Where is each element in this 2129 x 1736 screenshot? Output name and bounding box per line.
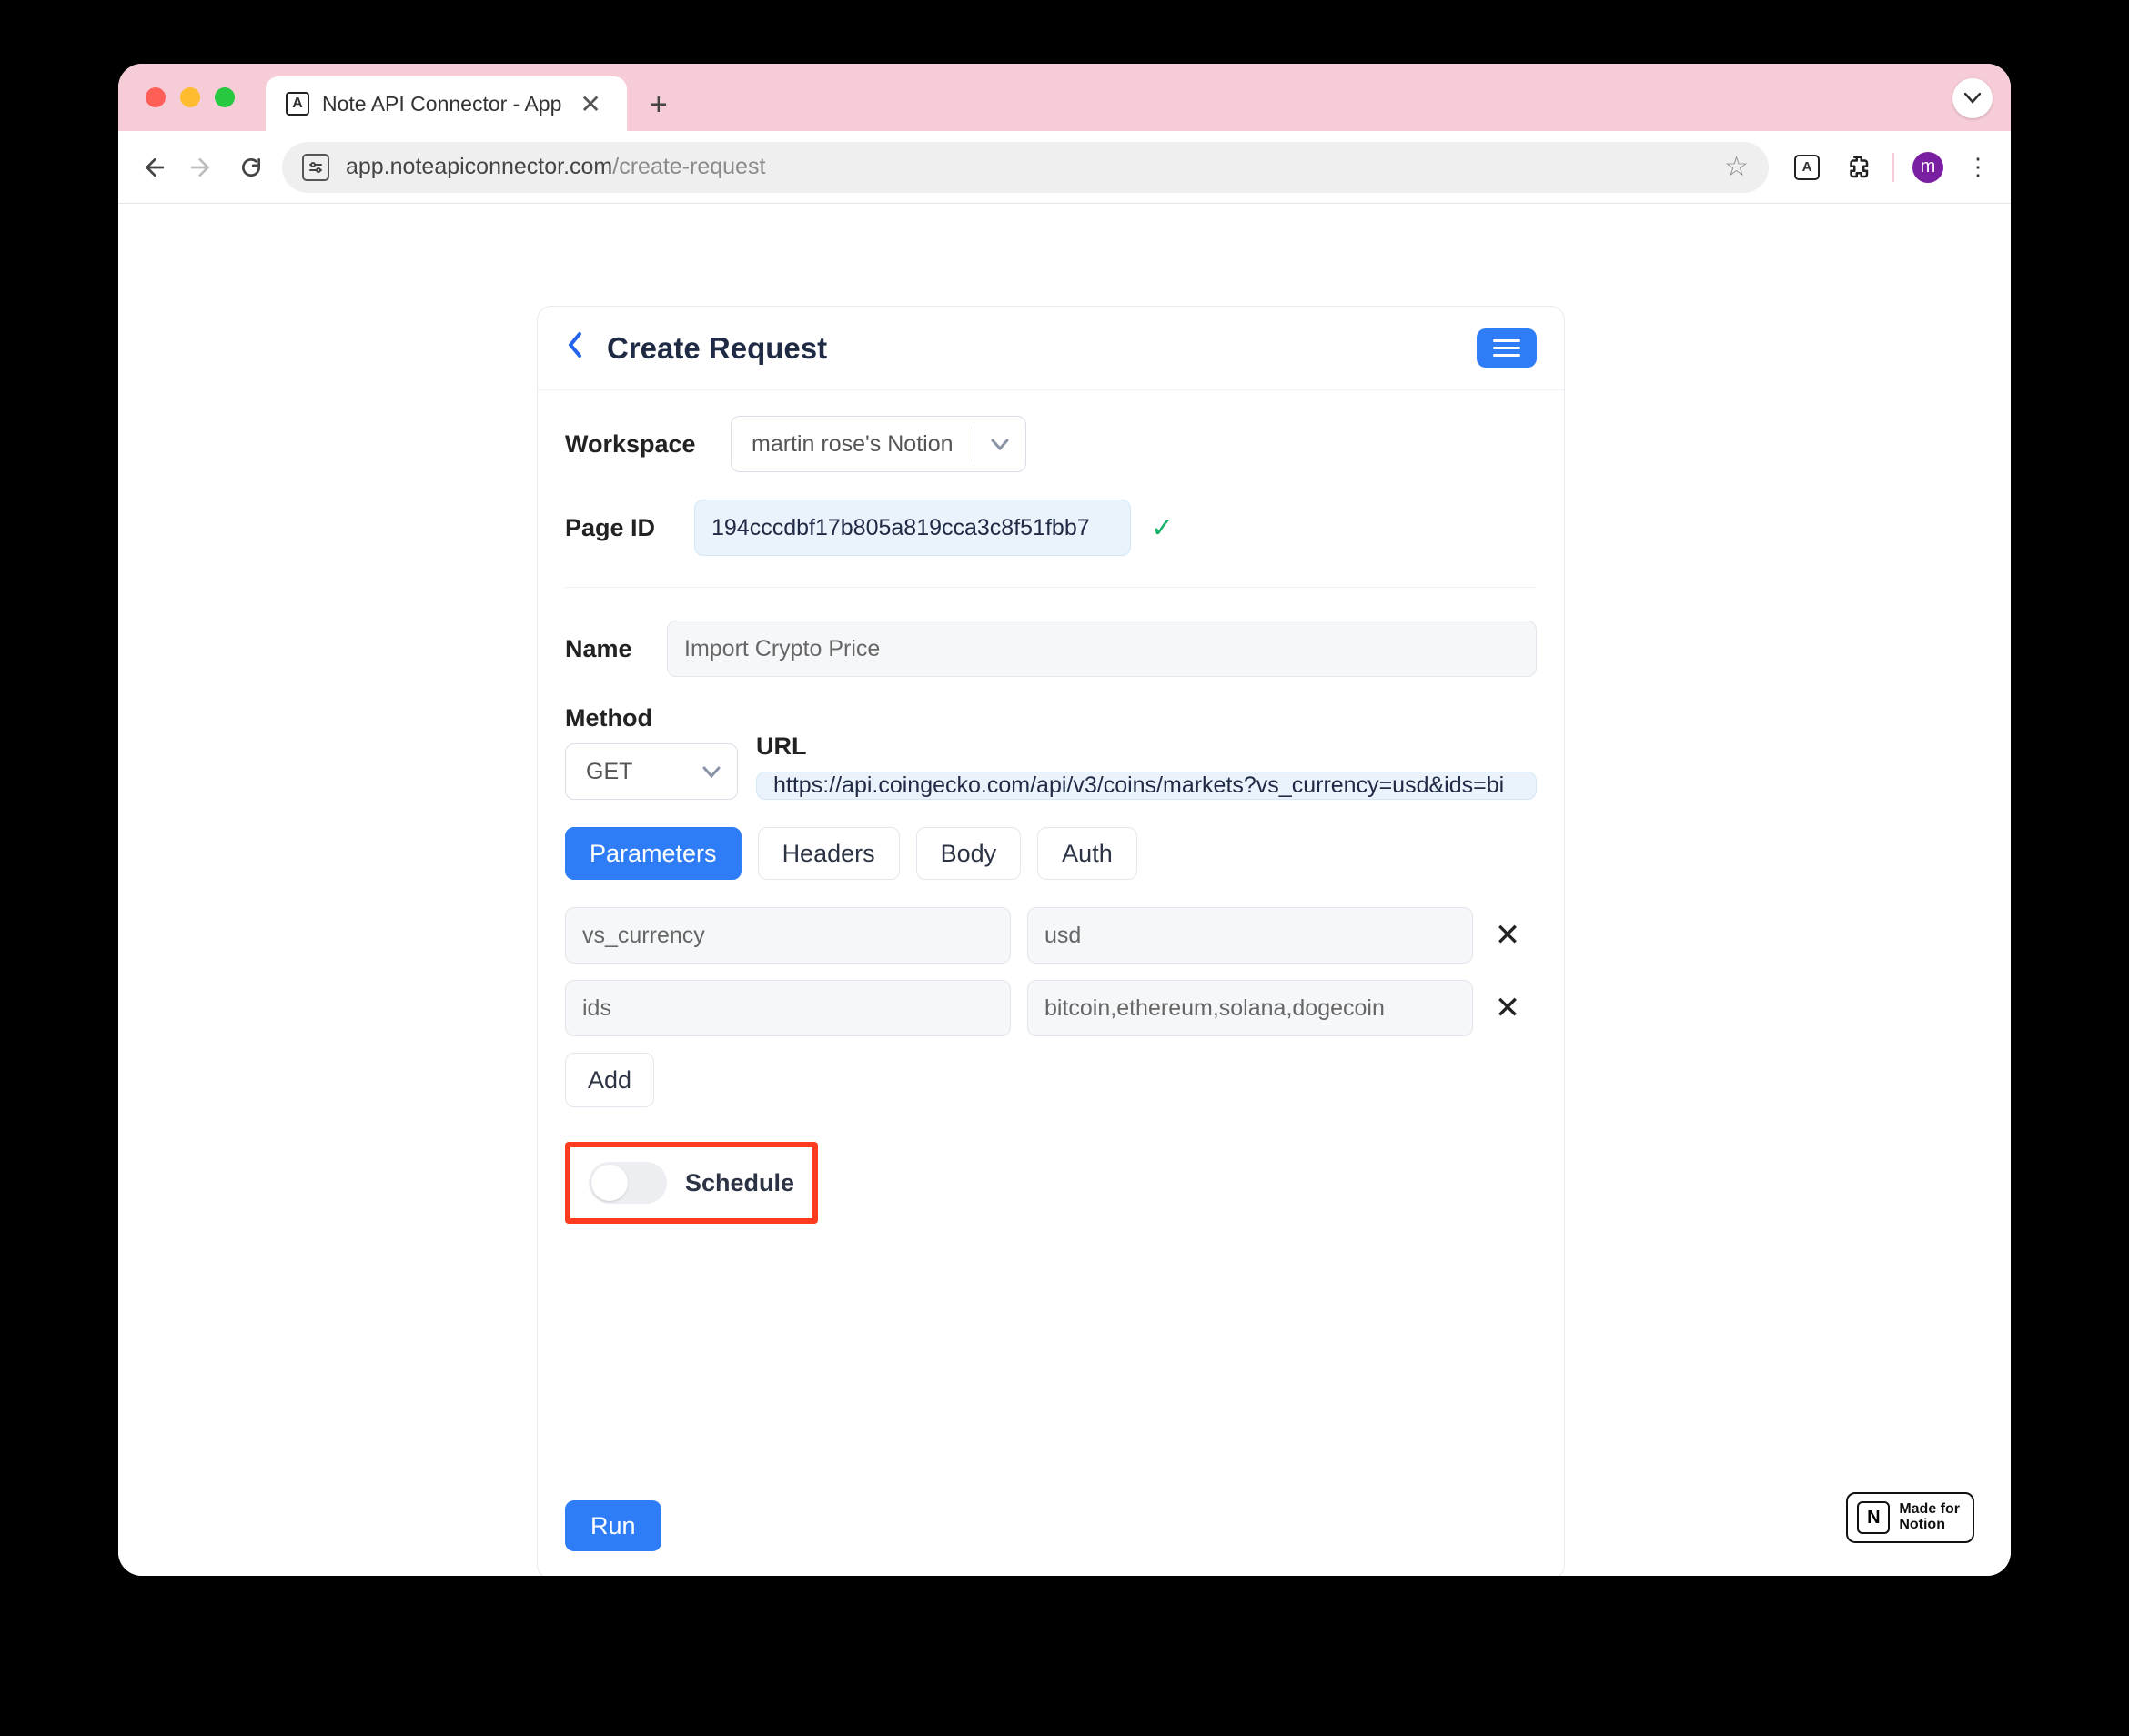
traffic-lights (136, 87, 266, 131)
method-url-row: Method GET URL https://api.coingecko.com… (565, 704, 1537, 800)
tab-favicon: A (286, 92, 309, 116)
chevron-down-icon (974, 431, 1025, 458)
param-row: vs_currency usd ✕ (565, 907, 1537, 964)
arrow-right-icon (190, 156, 214, 179)
maximize-window-button[interactable] (215, 87, 235, 107)
toolbar-divider (1892, 153, 1894, 182)
workspace-label: Workspace (565, 430, 711, 459)
tab-headers[interactable]: Headers (758, 827, 900, 880)
address-bar[interactable]: app.noteapiconnector.com/create-request … (282, 142, 1769, 193)
schedule-highlight: Schedule (565, 1142, 818, 1224)
forward-button[interactable] (184, 149, 220, 186)
name-input[interactable]: Import Crypto Price (667, 621, 1537, 677)
url-label: URL (756, 732, 1537, 761)
param-key-input[interactable]: ids (565, 980, 1011, 1036)
param-row: ids bitcoin,ethereum,solana,dogecoin ✕ (565, 980, 1537, 1036)
method-select[interactable]: GET (565, 743, 738, 800)
back-chevron-button[interactable] (565, 328, 583, 368)
divider (565, 587, 1537, 588)
extensions-icon[interactable] (1841, 151, 1874, 184)
remove-param-button[interactable]: ✕ (1489, 990, 1526, 1026)
card-body: Workspace martin rose's Notion Page ID 1… (538, 390, 1564, 1576)
schedule-label: Schedule (685, 1169, 794, 1197)
chevron-down-icon (1964, 93, 1981, 104)
method-label: Method (565, 704, 738, 732)
arrow-left-icon (141, 156, 165, 179)
url-text: app.noteapiconnector.com/create-request (346, 154, 1708, 180)
card-title: Create Request (607, 331, 827, 366)
param-value-input[interactable]: usd (1027, 907, 1473, 964)
browser-window: A Note API Connector - App ✕ + app.notea… (118, 64, 2011, 1576)
notion-logo-icon: N (1857, 1501, 1890, 1534)
url-input[interactable]: https://api.coingecko.com/api/v3/coins/m… (756, 772, 1537, 800)
profile-avatar[interactable]: m (1912, 152, 1943, 183)
param-value-input[interactable]: bitcoin,ethereum,solana,dogecoin (1027, 980, 1473, 1036)
card-menu-button[interactable] (1477, 328, 1537, 368)
reload-button[interactable] (233, 149, 269, 186)
toolbar-right-cluster: A m ⋮ (1781, 151, 1994, 184)
tab-auth[interactable]: Auth (1037, 827, 1137, 880)
site-settings-icon[interactable] (302, 154, 329, 181)
check-icon: ✓ (1151, 512, 1174, 544)
tab-title: Note API Connector - App (322, 92, 561, 116)
create-request-card: Create Request Workspace martin rose's N… (537, 306, 1565, 1576)
browser-tabstrip: A Note API Connector - App ✕ + (118, 64, 2011, 131)
minimize-window-button[interactable] (180, 87, 200, 107)
pageid-input[interactable]: 194cccdbf17b805a819cca3c8f51fbb7 (694, 500, 1131, 556)
method-value: GET (566, 759, 652, 785)
chevron-left-icon (565, 330, 583, 359)
bookmark-star-icon[interactable]: ☆ (1724, 151, 1749, 183)
back-button[interactable] (135, 149, 171, 186)
app-shortcut-icon[interactable]: A (1791, 151, 1823, 184)
close-tab-button[interactable]: ✕ (574, 89, 606, 119)
tab-parameters[interactable]: Parameters (565, 827, 742, 880)
tabs-overflow-button[interactable] (1952, 78, 1993, 118)
close-window-button[interactable] (146, 87, 166, 107)
browser-toolbar: app.noteapiconnector.com/create-request … (118, 131, 2011, 204)
pageid-label: Page ID (565, 514, 674, 542)
schedule-toggle[interactable] (589, 1162, 667, 1204)
browser-tab[interactable]: A Note API Connector - App ✕ (266, 76, 627, 131)
param-key-input[interactable]: vs_currency (565, 907, 1011, 964)
name-label: Name (565, 635, 647, 663)
workspace-value: martin rose's Notion (732, 431, 974, 458)
pageid-row: Page ID 194cccdbf17b805a819cca3c8f51fbb7… (565, 500, 1537, 556)
name-row: Name Import Crypto Price (565, 621, 1537, 677)
new-tab-button[interactable]: + (636, 82, 681, 127)
workspace-select[interactable]: martin rose's Notion (731, 416, 1026, 472)
chevron-down-icon (686, 759, 737, 785)
workspace-row: Workspace martin rose's Notion (565, 416, 1537, 472)
tab-body[interactable]: Body (916, 827, 1022, 880)
page-content: Create Request Workspace martin rose's N… (118, 204, 2011, 1576)
made-for-notion-badge[interactable]: N Made forNotion (1846, 1492, 1974, 1543)
parameters-list: vs_currency usd ✕ ids bitcoin,ethereum,s… (565, 907, 1537, 1107)
remove-param-button[interactable]: ✕ (1489, 917, 1526, 954)
run-button[interactable]: Run (565, 1500, 661, 1551)
badge-text: Made forNotion (1899, 1502, 1960, 1533)
browser-menu-button[interactable]: ⋮ (1962, 151, 1994, 184)
section-tabs: Parameters Headers Body Auth (565, 827, 1537, 880)
reload-icon (239, 156, 263, 179)
add-param-button[interactable]: Add (565, 1053, 654, 1107)
card-header: Create Request (538, 307, 1564, 390)
